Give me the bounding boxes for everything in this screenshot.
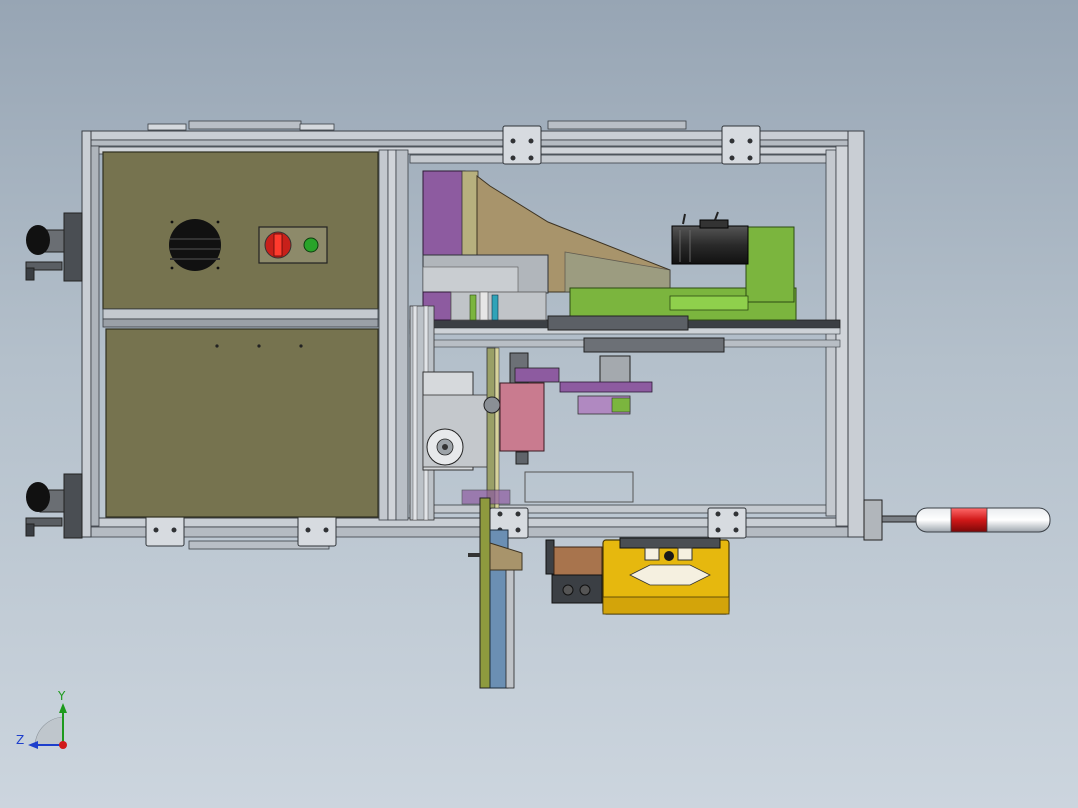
hinge-top-2	[721, 125, 761, 165]
axis-triad: Y Z	[16, 689, 67, 749]
axis-z-label: Z	[16, 733, 24, 747]
cad-viewport[interactable]: Y Z	[0, 0, 1078, 808]
hinge-bottom-4	[707, 507, 747, 539]
electrical-cabinet[interactable]	[102, 151, 379, 518]
servo-motor-icon	[671, 211, 749, 265]
axis-y-label: Y	[57, 689, 66, 703]
green-pilot-lamp-icon	[303, 237, 319, 253]
tower-light-icon	[863, 499, 1051, 541]
control-panel[interactable]	[258, 226, 328, 264]
caster-top	[25, 212, 83, 282]
caster-bottom	[25, 473, 83, 539]
red-rotary-switch-icon[interactable]	[264, 231, 292, 259]
lower-mechanism[interactable]	[409, 305, 725, 521]
hinge-top-1	[502, 125, 542, 165]
button-box[interactable]	[545, 539, 603, 604]
upper-mechanism[interactable]	[422, 170, 797, 331]
fan-vent-icon	[169, 219, 221, 271]
loading-tray[interactable]	[602, 537, 730, 615]
caster-wheel-icon	[25, 212, 83, 539]
